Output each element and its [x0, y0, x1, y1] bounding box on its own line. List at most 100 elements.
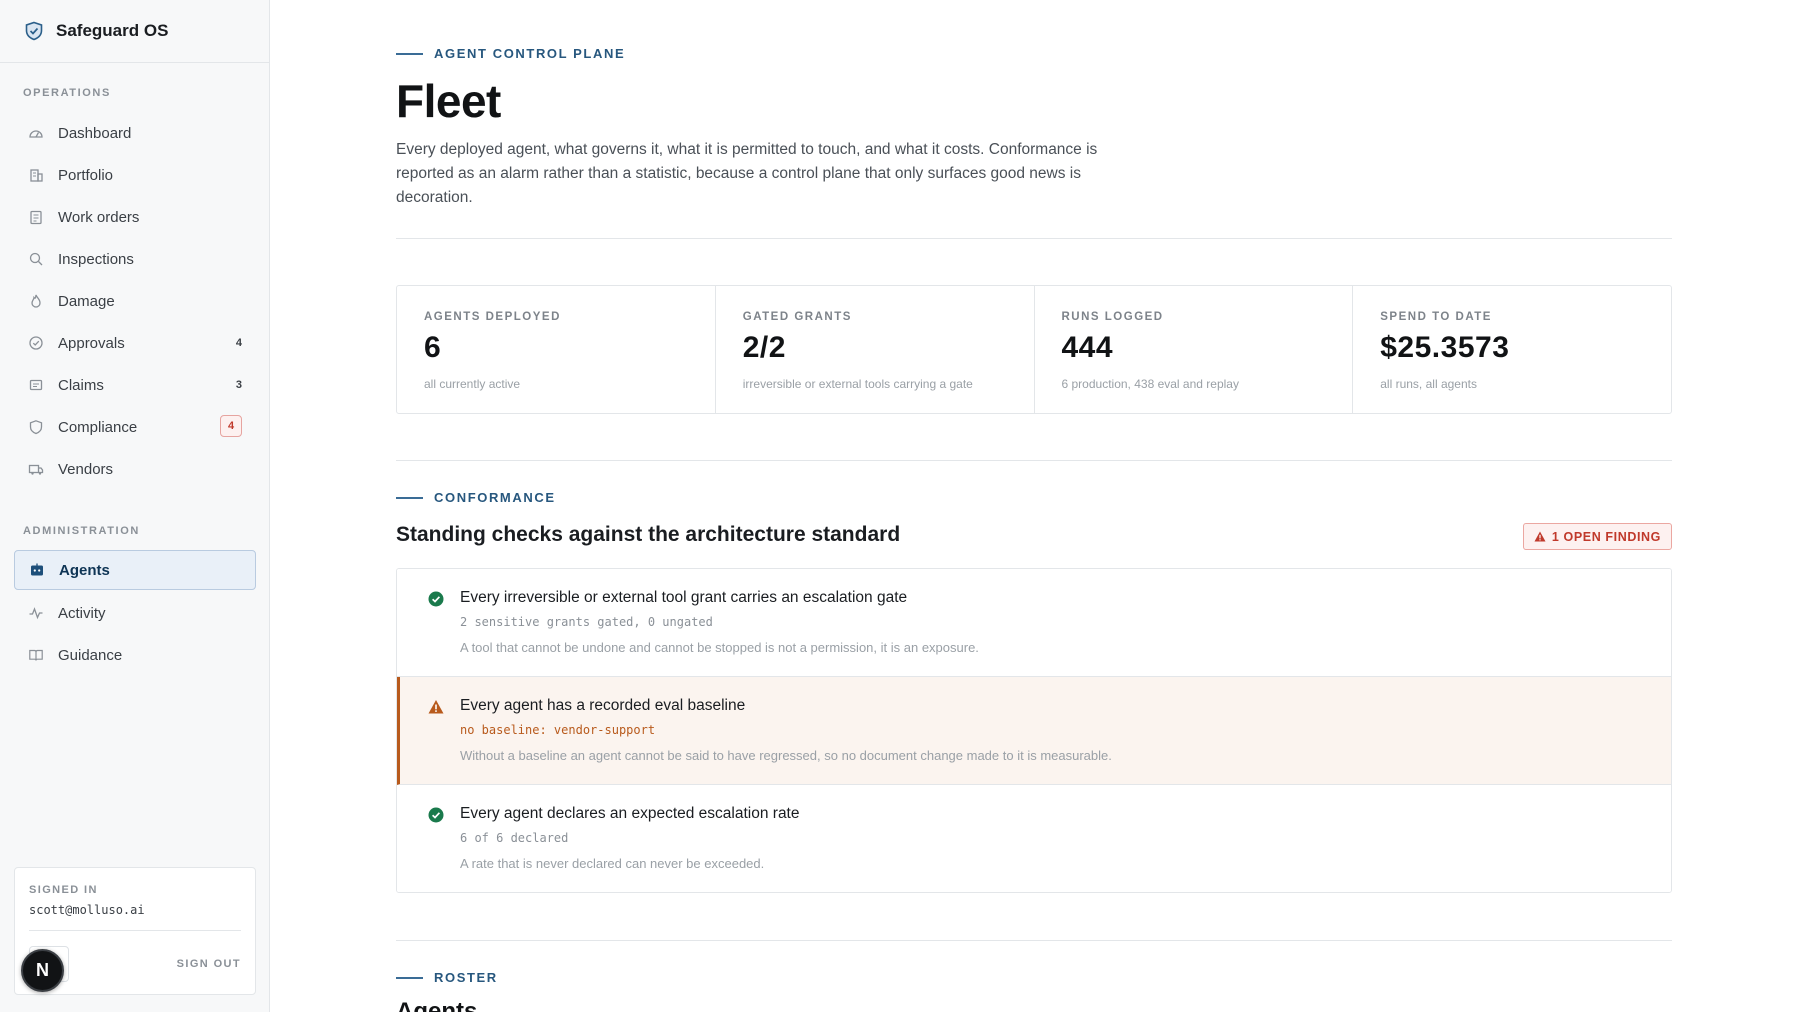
check-note: A tool that cannot be undone and cannot …: [460, 640, 979, 655]
administration-section-label: ADMINISTRATION: [23, 525, 140, 537]
sidebar-item-label: Vendors: [58, 460, 114, 478]
flame-icon: [28, 293, 44, 309]
stat-caption: all currently active: [424, 377, 521, 391]
sidebar-item-label: Guidance: [58, 646, 123, 664]
sidebar-item-label: Claims: [58, 376, 104, 394]
conformance-checks: Every irreversible or external tool gran…: [396, 568, 1672, 893]
open-finding-badge[interactable]: 1 OPEN FINDING: [1522, 523, 1672, 550]
check-title: Every agent has a recorded eval baseline: [460, 697, 746, 714]
sidebar-item-agents[interactable]: Agents: [14, 550, 256, 590]
claims-count: 3: [235, 379, 242, 391]
stat-spend-to-date: SPEND TO DATE $25.3573 all runs, all age…: [1353, 286, 1671, 413]
check-meta: 2 sensitive grants gated, 0 ungated: [460, 615, 713, 629]
stat-gated-grants: GATED GRANTS 2/2 irreversible or externa…: [716, 286, 1035, 413]
sidebar-item-label: Work orders: [58, 208, 140, 226]
sidebar-item-activity[interactable]: Activity: [14, 593, 256, 633]
check-note: Without a baseline an agent cannot be sa…: [460, 748, 1112, 763]
sidebar-item-dashboard[interactable]: Dashboard: [14, 113, 256, 153]
check-title: Every agent declares an expected escalat…: [460, 805, 800, 822]
stat-caption: irreversible or external tools carrying …: [742, 377, 973, 391]
brand[interactable]: Safeguard OS: [0, 0, 269, 63]
signed-in-email: scott@molluso.ai: [29, 903, 145, 917]
page-eyebrow: AGENT CONTROL PLANE: [396, 46, 625, 61]
divider: [396, 238, 1672, 239]
sidebar-item-inspections[interactable]: Inspections: [14, 239, 256, 279]
stat-caption: 6 production, 438 eval and replay: [1061, 377, 1239, 391]
stat-caption: all runs, all agents: [1380, 377, 1477, 391]
sidebar-item-label: Inspections: [58, 250, 134, 268]
divider: [396, 940, 1672, 941]
book-icon: [28, 647, 44, 663]
stat-label: GATED GRANTS: [742, 311, 852, 323]
building-icon: [28, 167, 44, 183]
sidebar-item-label: Approvals: [58, 334, 125, 352]
roster-eyebrow: ROSTER: [396, 970, 498, 985]
avatar[interactable]: N: [21, 949, 64, 992]
shield-icon: [28, 419, 44, 435]
signed-in-label: SIGNED IN: [29, 884, 98, 896]
sidebar: Safeguard OS OPERATIONS Dashboard Portfo…: [0, 0, 270, 1012]
sidebar-item-damage[interactable]: Damage: [14, 281, 256, 321]
sidebar-item-label: Portfolio: [58, 166, 114, 184]
brand-name: Safeguard OS: [56, 21, 169, 40]
page-intro: Every deployed agent, what governs it, w…: [396, 141, 1098, 206]
check-note: A rate that is never declared can never …: [460, 856, 765, 871]
gauge-icon: [28, 125, 44, 141]
agents-icon: [29, 562, 45, 578]
check-row-warning[interactable]: Every agent has a recorded eval baseline…: [397, 677, 1671, 785]
roster-title: Agents: [396, 998, 478, 1012]
roster-eyebrow-text: ROSTER: [434, 970, 498, 985]
eyebrow-line: [396, 976, 423, 979]
warning-icon: [428, 699, 444, 715]
stats-panel: AGENTS DEPLOYED 6 all currently active G…: [396, 285, 1672, 414]
activity-icon: [28, 605, 44, 621]
check-meta: 6 of 6 declared: [460, 831, 569, 845]
search-icon: [28, 251, 44, 267]
check-title: Every irreversible or external tool gran…: [460, 589, 908, 606]
stat-value: 6: [424, 331, 442, 364]
shield-logo-icon: [24, 21, 44, 41]
truck-icon: [28, 461, 44, 477]
stat-value: 444: [1061, 331, 1114, 364]
check-row[interactable]: Every irreversible or external tool gran…: [397, 569, 1671, 677]
stat-label: SPEND TO DATE: [1380, 311, 1492, 323]
sidebar-item-label: Damage: [58, 292, 115, 310]
conformance-heading: Standing checks against the architecture…: [396, 523, 901, 546]
stat-label: RUNS LOGGED: [1061, 311, 1164, 323]
stat-label: AGENTS DEPLOYED: [424, 311, 561, 323]
sidebar-item-guidance[interactable]: Guidance: [14, 635, 256, 675]
sidebar-item-claims[interactable]: Claims 3: [14, 365, 256, 405]
sidebar-item-label: Activity: [58, 604, 106, 622]
stat-value: 2/2: [742, 331, 786, 364]
sign-out-button[interactable]: SIGN OUT: [177, 958, 241, 970]
check-pass-icon: [428, 807, 444, 823]
check-meta: no baseline: vendor-support: [460, 723, 656, 737]
sidebar-item-label: Dashboard: [58, 124, 132, 142]
stat-value: $25.3573: [1380, 331, 1510, 364]
eyebrow-line: [396, 496, 423, 499]
check-circle-icon: [28, 335, 44, 351]
sidebar-item-work-orders[interactable]: Work orders: [14, 197, 256, 237]
sidebar-item-compliance[interactable]: Compliance 4: [14, 407, 256, 447]
page-eyebrow-text: AGENT CONTROL PLANE: [434, 46, 626, 61]
stat-agents-deployed: AGENTS DEPLOYED 6 all currently active: [397, 286, 716, 413]
sidebar-item-approvals[interactable]: Approvals 4: [14, 323, 256, 363]
sidebar-item-label: Compliance: [58, 418, 138, 436]
page-title: Fleet: [396, 75, 501, 127]
compliance-alert-badge: 4: [220, 415, 242, 437]
sidebar-item-portfolio[interactable]: Portfolio: [14, 155, 256, 195]
divider: [396, 460, 1672, 461]
divider: [29, 930, 241, 931]
sidebar-item-vendors[interactable]: Vendors: [14, 449, 256, 489]
eyebrow-line: [396, 52, 423, 55]
conformance-eyebrow: CONFORMANCE: [396, 490, 556, 505]
check-pass-icon: [428, 591, 444, 607]
operations-section-label: OPERATIONS: [23, 87, 111, 99]
stat-runs-logged: RUNS LOGGED 444 6 production, 438 eval a…: [1035, 286, 1354, 413]
approvals-count: 4: [235, 337, 242, 349]
receipt-icon: [28, 377, 44, 393]
warning-icon: [1534, 531, 1546, 542]
sidebar-item-label: Agents: [59, 561, 110, 579]
clipboard-icon: [28, 209, 44, 225]
check-row[interactable]: Every agent declares an expected escalat…: [397, 785, 1671, 892]
